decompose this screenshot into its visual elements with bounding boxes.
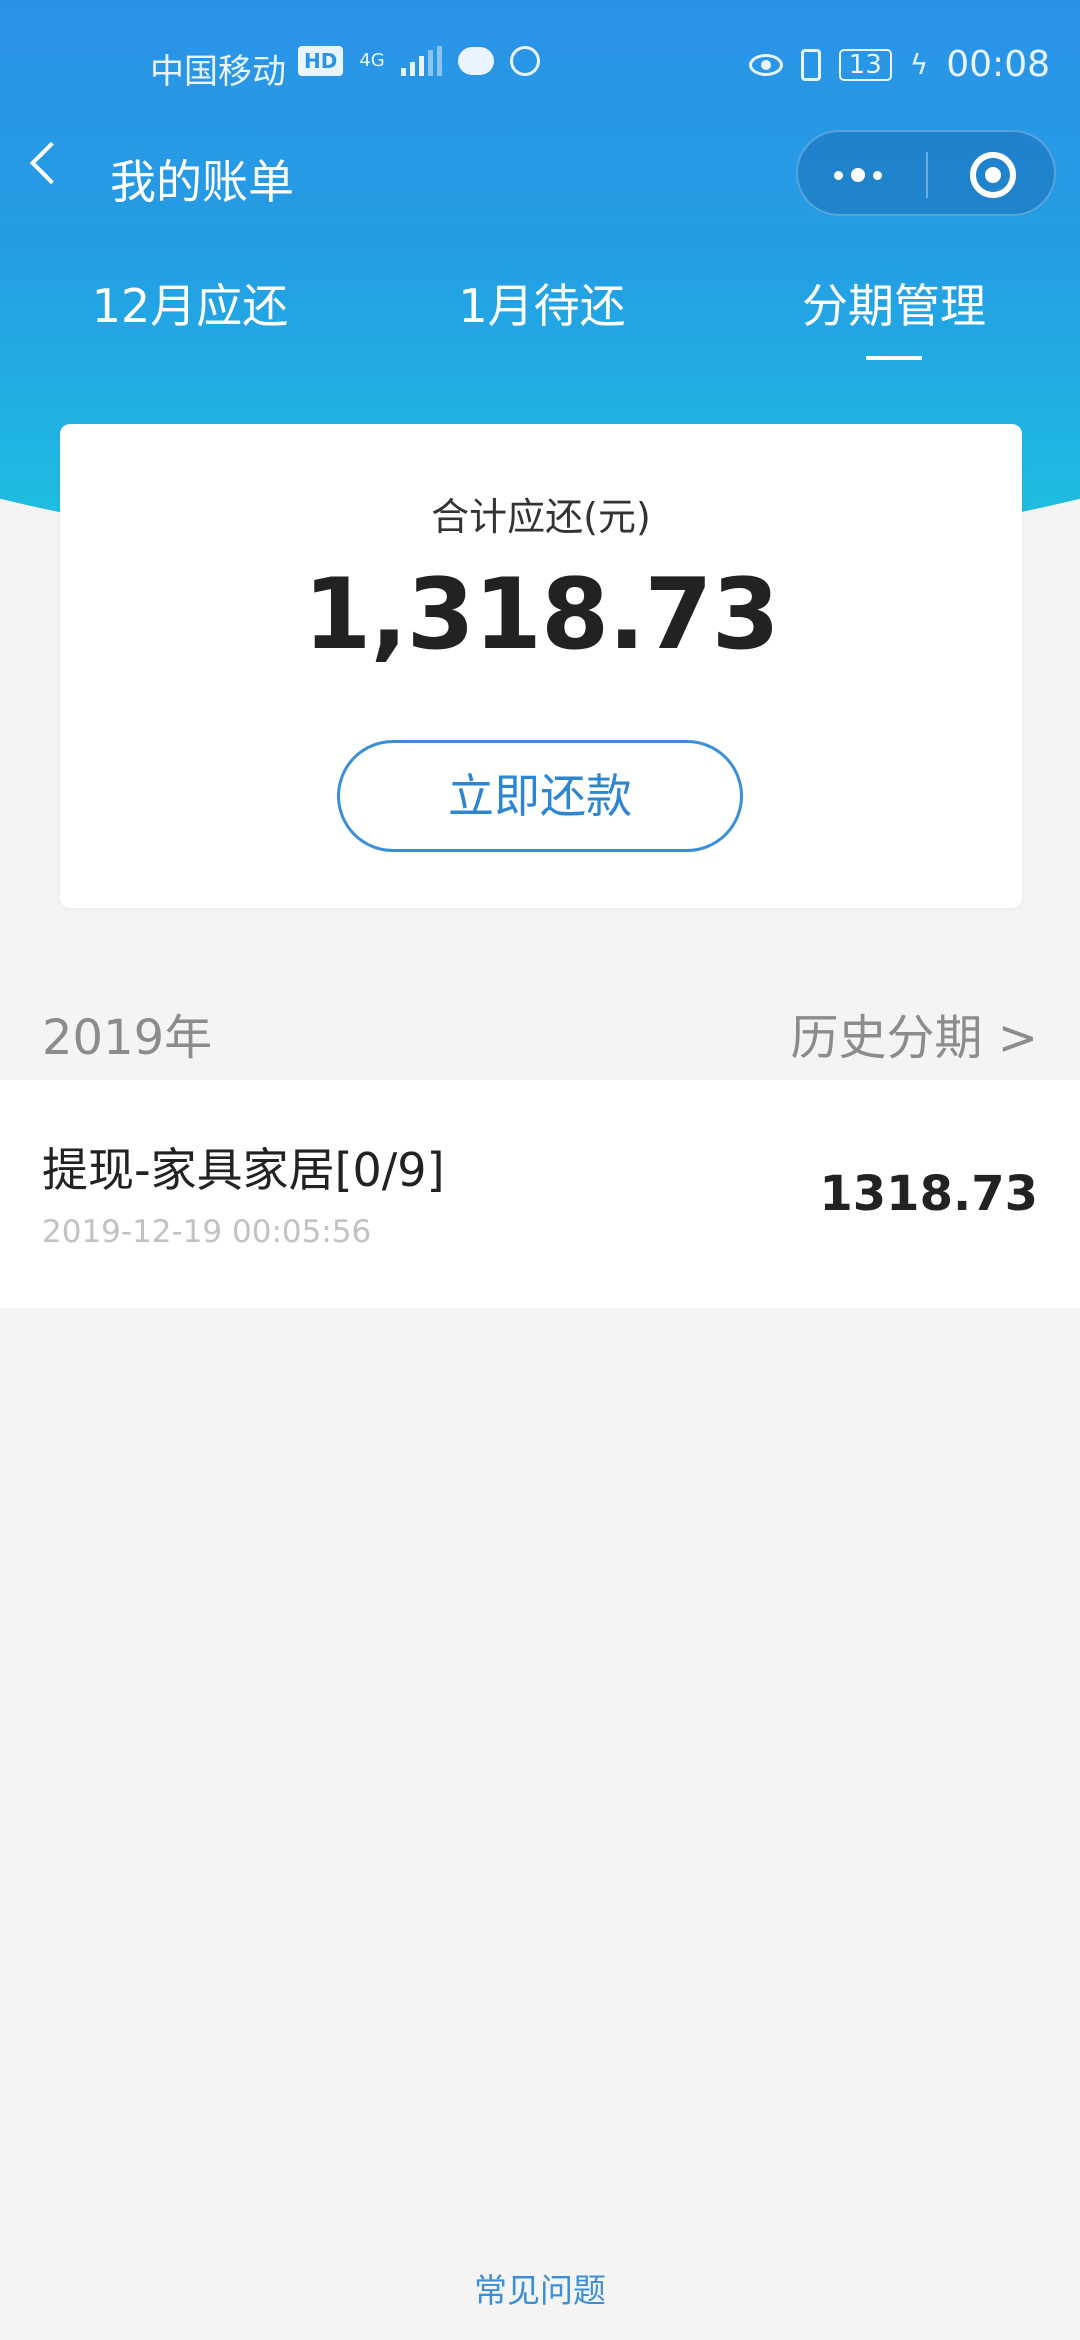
mini-program-capsule	[796, 130, 1056, 216]
tab-december-due[interactable]: 12月应还	[40, 270, 340, 336]
item-title: 提现-家具家居[0/9]	[42, 1143, 445, 1197]
tab-installment-management[interactable]: 分期管理	[744, 270, 1044, 336]
notification-icon	[509, 46, 540, 76]
eye-comfort-icon	[748, 53, 783, 76]
history-installments-link[interactable]: 历史分期 >	[791, 998, 1038, 1068]
total-due-label: 合计应还(元)	[431, 495, 651, 539]
year-heading: 2019年	[42, 1010, 213, 1066]
faq-link[interactable]: 常见问题	[0, 2264, 1080, 2312]
tab-january-pending[interactable]: 1月待还	[392, 270, 692, 336]
battery-icon: 13	[838, 48, 892, 81]
clock: 00:08	[946, 44, 1050, 85]
repay-now-button[interactable]: 立即还款	[337, 740, 743, 852]
page-title: 我的账单	[110, 155, 294, 209]
signal-icon	[400, 46, 442, 76]
summary-card: 合计应还(元) 1,318.73 立即还款	[60, 424, 1022, 908]
hd-icon: HD	[298, 46, 344, 76]
message-icon	[457, 47, 494, 75]
vibrate-icon	[800, 48, 821, 81]
network-type: 4G	[359, 50, 385, 71]
close-mini-program-icon[interactable]	[970, 152, 1016, 198]
status-bar: 中国移动 HD 4G 13 ϟ 00:08	[0, 0, 1080, 130]
capsule-divider	[926, 152, 928, 198]
total-due-amount: 1,318.73	[303, 558, 780, 672]
carrier-name: 中国移动	[150, 52, 286, 92]
more-icon[interactable]	[834, 168, 882, 182]
charging-icon: ϟ	[909, 48, 929, 81]
item-date: 2019-12-19 00:05:56	[42, 1214, 372, 1250]
item-amount: 1318.73	[819, 1166, 1038, 1222]
list-item[interactable]: 提现-家具家居[0/9] 2019-12-19 00:05:56 1318.73	[0, 1080, 1080, 1308]
active-tab-indicator	[866, 356, 922, 360]
